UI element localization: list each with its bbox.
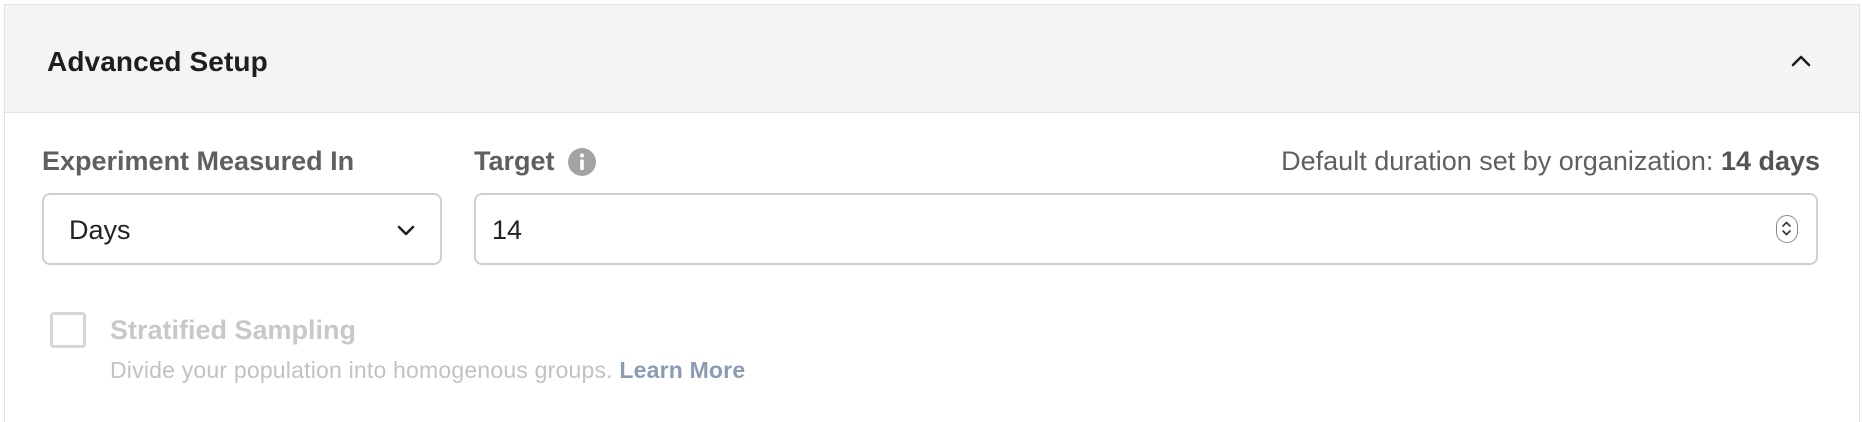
target-input[interactable]: 14 [474, 193, 1818, 265]
stratified-sampling-description: Divide your population into homogenous g… [110, 357, 745, 384]
chevron-down-icon [397, 225, 415, 236]
stratified-description-text: Divide your population into homogenous g… [110, 357, 613, 383]
chevron-up-icon [1791, 55, 1811, 67]
number-stepper[interactable] [1776, 215, 1798, 243]
info-icon[interactable] [567, 147, 597, 177]
default-duration-prefix: Default duration set by organization: [1281, 146, 1714, 176]
default-duration-note: Default duration set by organization: 14… [1281, 146, 1820, 177]
learn-more-link[interactable]: Learn More [619, 357, 745, 383]
measured-in-selected-value: Days [69, 215, 131, 245]
stratified-sampling-checkbox[interactable] [50, 312, 86, 348]
target-input-value: 14 [492, 215, 523, 245]
target-label: Target [474, 146, 555, 176]
measured-in-select[interactable]: Days [42, 193, 442, 265]
target-label-group: Target [474, 146, 597, 177]
collapse-button[interactable] [1785, 45, 1817, 77]
advanced-setup-header[interactable]: Advanced Setup [5, 5, 1859, 113]
stratified-sampling-label: Stratified Sampling [110, 315, 357, 345]
measured-in-label: Experiment Measured In [42, 146, 355, 176]
section-title: Advanced Setup [47, 46, 268, 77]
default-duration-value: 14 days [1720, 146, 1820, 176]
stepper-arrows-icon [1782, 221, 1791, 236]
